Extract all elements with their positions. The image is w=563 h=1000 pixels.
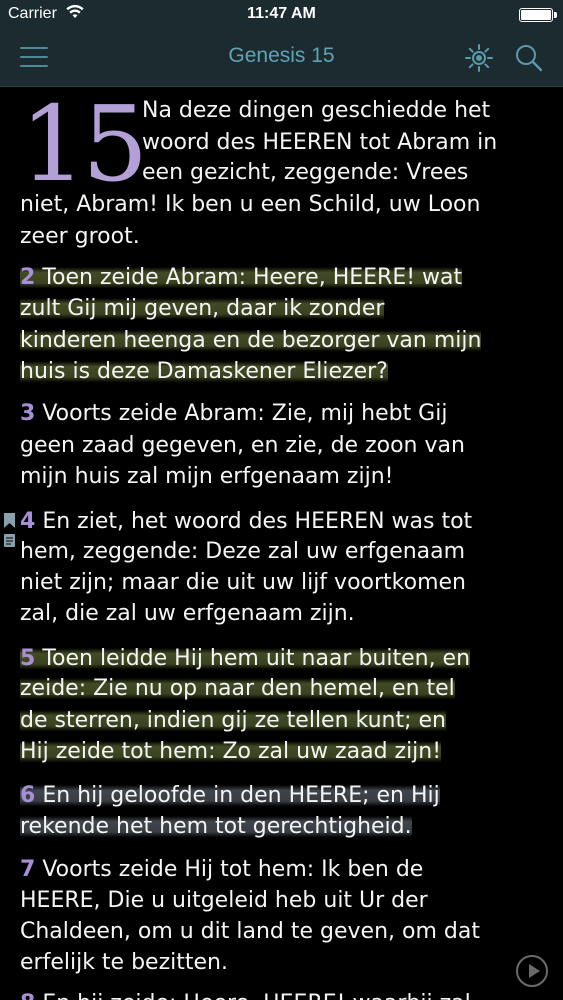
verse-line: huis is deze Damaskener Eliezer?	[20, 356, 548, 388]
verse-line: zult Gij mij geven, daar ik zonder	[20, 293, 548, 325]
chapter-number: 15	[20, 88, 148, 205]
verse-line-text: zult Gij mij geven, daar ik zonder	[20, 296, 385, 321]
verse-number: 8	[20, 991, 35, 1000]
brightness-icon	[465, 44, 493, 72]
search-icon	[516, 45, 543, 72]
verse-line-text: de sterren, indien gij ze tellen kunt; e…	[20, 708, 446, 733]
verse-line: rekende het hem tot gerechtigheid.	[20, 811, 548, 843]
verse-line: Chaldeen, om u dit land te geven, om dat	[20, 919, 480, 944]
verse-line: 5 Toen leidde Hij hem uit naar buiten, e…	[20, 643, 548, 675]
verse-line: 7 Voorts zeide Hij tot hem: Ik ben de	[20, 854, 548, 886]
verse-line: 4 En ziet, het woord des HEEREN was tot	[20, 506, 548, 538]
bookmark-icon	[4, 513, 15, 528]
verse-line-text: zeide: Zie nu op naar den hemel, en tel	[20, 676, 455, 701]
brightness-button[interactable]	[462, 42, 496, 74]
verse-line: niet zijn; maar die uit uw lijf voortkom…	[20, 570, 466, 595]
verse-line-text: Hij zeide tot hem: Zo zal uw zaad zijn!	[20, 739, 442, 764]
play-audio-button[interactable]	[516, 955, 548, 987]
navigation-bar: Genesis 15	[0, 28, 563, 87]
verse-number: 6	[20, 783, 36, 808]
verse-line-text: En hij geloofde in den HEERE; en Hij	[42, 783, 440, 808]
verse-line: 3 Voorts zeide Abram: Zie, mij hebt Gij	[20, 398, 548, 430]
verse-line-text: huis is deze Damaskener Eliezer?	[20, 359, 388, 384]
verse-line: zeide: Zie nu op naar den hemel, en tel	[20, 673, 548, 705]
verse-number: 5	[20, 646, 36, 671]
verse-line-text: Voorts zeide Hij tot hem: Ik ben de	[42, 857, 424, 882]
status-bar: Carrier 11:47 AM	[0, 0, 563, 28]
verse-line-text: Toen zeide Abram: Heere, HEERE! wat	[42, 265, 463, 290]
verse-line: 8 En hij zeide: Heere, HEERE! waarbij za…	[20, 988, 548, 1000]
verse-line: hem, zeggende: Deze zal uw erfgenaam	[20, 539, 466, 564]
verse-line: zal, die zal uw erfgenaam zijn.	[20, 601, 355, 626]
verse-line: 2 Toen zeide Abram: Heere, HEERE! wat	[20, 262, 548, 294]
verse-line: kinderen heenga en de bezorger van mijn	[20, 325, 548, 357]
verse-number: 4	[20, 509, 36, 534]
battery-icon	[519, 8, 557, 22]
verse-line: 6 En hij geloofde in den HEERE; en Hij	[20, 780, 548, 812]
verse-line: niet, Abram! Ik ben u een Schild, uw Loo…	[20, 192, 481, 217]
verse-line: geen zaad gegeven, en zie, de zoon van	[20, 433, 465, 458]
verse-line: mijn huis zal mijn erfgenaam zijn!	[20, 464, 394, 489]
verse-line-text: kinderen heenga en de bezorger van mijn	[20, 328, 482, 353]
verse-line: de sterren, indien gij ze tellen kunt; e…	[20, 705, 548, 737]
verse-line-text: En hij zeide: Heere, HEERE! waarbij zal	[42, 991, 470, 1000]
verse-number: 2	[20, 265, 36, 290]
verse-number: 3	[20, 401, 36, 426]
verse-markers[interactable]	[3, 511, 17, 551]
verse-line: Hij zeide tot hem: Zo zal uw zaad zijn!	[20, 736, 548, 768]
verse-line: een gezicht, zeggende: Vrees	[142, 160, 469, 185]
verse-line: HEERE, Die u uitgeleid heb uit Ur der	[20, 888, 428, 913]
verse-line: zeer groot.	[20, 224, 140, 249]
verse-line-text: Toen leidde Hij hem uit naar buiten, en	[42, 646, 471, 671]
bible-reader[interactable]: 15 Na deze dingen geschiedde het woord d…	[0, 88, 563, 1000]
verse-line: Na deze dingen geschiedde het	[142, 98, 491, 123]
status-time: 11:47 AM	[247, 5, 316, 22]
verse-line: erfelijk te bezitten.	[20, 950, 228, 975]
verse-line-text: rekende het hem tot gerechtigheid.	[20, 814, 412, 839]
search-button[interactable]	[512, 42, 546, 74]
verse-line-text: En ziet, het woord des HEEREN was tot	[42, 509, 473, 534]
verse-line: woord des HEEREN tot Abram in	[142, 130, 498, 155]
verse-line-text: Voorts zeide Abram: Zie, mij hebt Gij	[42, 401, 448, 426]
verse-number: 7	[20, 857, 36, 882]
